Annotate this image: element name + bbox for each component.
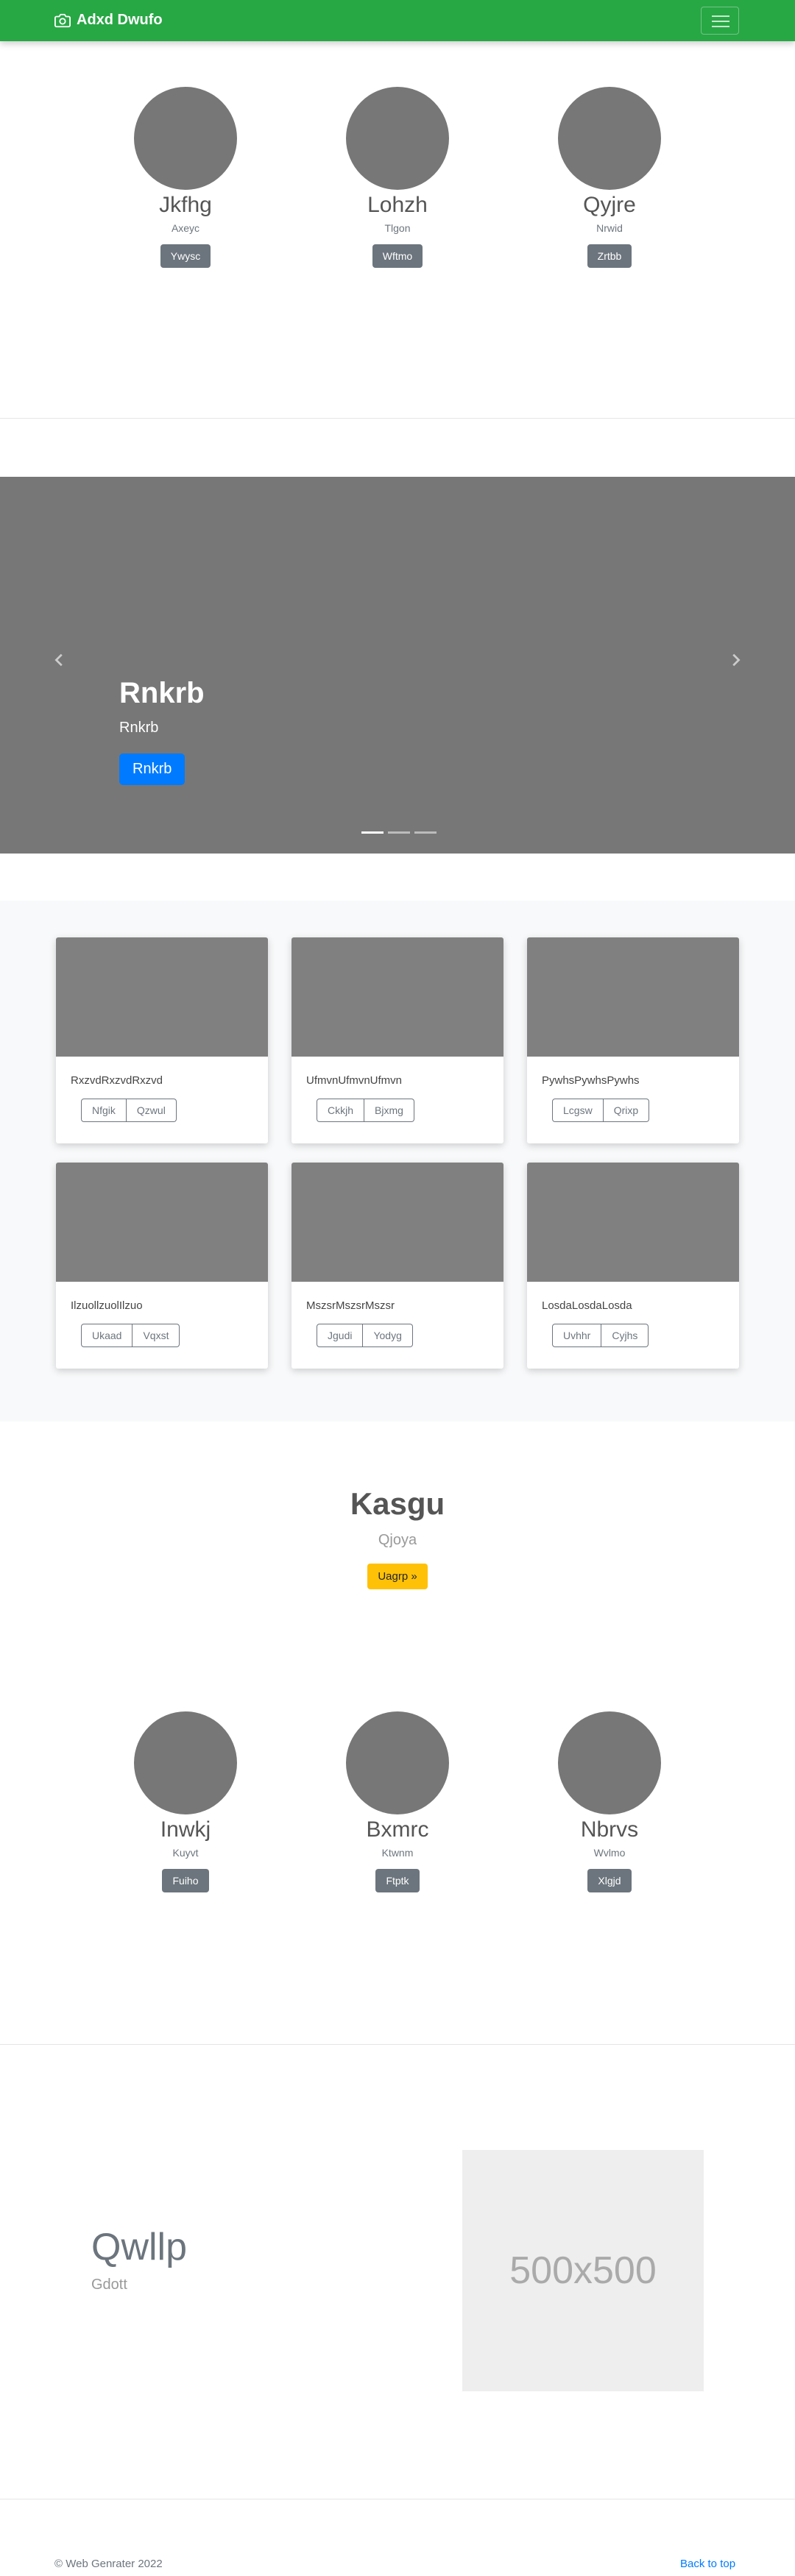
card-text: PywhsPywhsPywhs [542,1074,640,1087]
camera-icon [54,13,71,27]
brand-link[interactable]: Adxd Dwufo [54,12,163,29]
card-thumbnail [292,937,504,1057]
avatar-placeholder [346,87,449,190]
navbar: Adxd Dwufo [0,0,795,41]
card-button-edit[interactable]: Vqxst [132,1324,180,1347]
profile-button[interactable]: Ftptk [375,1869,420,1892]
chevron-left-icon[interactable] [52,652,68,668]
profile-button[interactable]: Xlgjd [587,1869,632,1892]
avatar-placeholder [558,1711,661,1814]
profile-subtitle: Tlgon [384,222,411,234]
card-thumbnail [292,1163,504,1282]
card-button-view[interactable]: Ukaad [81,1324,133,1347]
profile-subtitle: Axeyc [171,222,200,234]
card-button-view[interactable]: Nfgik [81,1099,127,1122]
profile-button[interactable]: Wftmo [372,244,423,268]
card-text: MszsrMszsrMszsr [306,1299,395,1312]
card-button-view[interactable]: Ckkjh [317,1099,365,1122]
profile-button[interactable]: Fuiho [162,1869,209,1892]
brand-name: Adxd Dwufo [77,12,163,28]
album-card: UfmvnUfmvnUfmvn Ckkjh Bjxmg [292,937,504,1143]
avatar-placeholder [346,1711,449,1814]
profile-name: Bxmrc [366,1817,429,1842]
profile-name: Lohzh [367,193,428,217]
featurette-title: Qwllp [91,2226,188,2268]
profile-subtitle: Nrwid [596,222,623,234]
profile-name: Jkfhg [159,193,212,217]
hamburger-icon-bar [712,15,729,17]
card-text: UfmvnUfmvnUfmvn [306,1074,403,1087]
profile-card: Jkfhg Axeyc Ywysc [97,87,274,268]
card-button-view[interactable]: Jgudi [317,1324,364,1347]
profile-subtitle: Kuyvt [172,1847,199,1859]
card-thumbnail [56,937,268,1057]
card-button-edit[interactable]: Cyjhs [601,1324,649,1347]
chevron-right-icon[interactable] [727,652,743,668]
jumbotron-button[interactable]: Uagrp » [367,1564,428,1589]
album-card: LosdaLosdaLosda Uvhhr Cyjhs [527,1163,739,1369]
card-button-group: Ckkjh Bjxmg [317,1099,414,1122]
footer-copyright: © Web Genrater 2022 [54,2558,163,2570]
card-button-edit[interactable]: Bjxmg [364,1099,414,1122]
hamburger-icon-bar [712,26,729,27]
album-section: RxzvdRxzvdRxzvd Nfgik Qzwul UfmvnUfmvnUf… [0,901,795,1422]
card-button-edit[interactable]: Qzwul [126,1099,177,1122]
carousel-caption-button[interactable]: Rnkrb [119,753,186,785]
carousel-caption-title: Rnkrb [119,677,205,709]
carousel-indicator[interactable] [388,831,410,834]
jumbotron: Kasgu Qjoya Uagrp » [0,1486,795,1589]
card-button-edit[interactable]: Yodyg [363,1324,413,1347]
avatar-placeholder [134,1711,237,1814]
album-card: RxzvdRxzvdRxzvd Nfgik Qzwul [56,937,268,1143]
avatar-placeholder [134,87,237,190]
card-button-group: Jgudi Yodyg [317,1324,413,1347]
jumbotron-title: Kasgu [350,1486,445,1521]
card-thumbnail [527,937,739,1057]
featurette-image-placeholder: 500x500 [462,2150,704,2391]
card-text: IlzuollzuolIlzuo [71,1299,143,1312]
carousel-caption-subtitle: Rnkrb [119,720,159,736]
card-button-view[interactable]: Lcgsw [552,1099,604,1122]
card-text: LosdaLosdaLosda [542,1299,632,1312]
profile-name: Qyjre [583,193,636,217]
carousel-indicator[interactable] [414,831,437,834]
profile-card: Bxmrc Ktwnm Ftptk [309,1711,486,1892]
carousel-indicator[interactable] [361,831,384,834]
card-thumbnail [527,1163,739,1282]
card-button-view[interactable]: Uvhhr [552,1324,602,1347]
profile-subtitle: Ktwnm [381,1847,414,1859]
carousel-indicators [359,831,439,834]
card-button-group: Lcgsw Qrixp [552,1099,650,1122]
divider [0,2044,795,2045]
featurette-subtitle: Gdott [91,2277,127,2293]
profile-button[interactable]: Ywysc [160,244,211,268]
profile-card: Lohzh Tlgon Wftmo [309,87,486,268]
card-button-group: Nfgik Qzwul [81,1099,177,1122]
card-text: RxzvdRxzvdRxzvd [71,1074,163,1087]
avatar-placeholder [558,87,661,190]
profile-card: Qyjre Nrwid Zrtbb [521,87,698,268]
card-button-edit[interactable]: Qrixp [603,1099,650,1122]
hamburger-icon-bar [712,21,729,22]
back-to-top-link[interactable]: Back to top [680,2558,735,2570]
profile-card: Nbrvs Wvlmo Xlgjd [521,1711,698,1892]
card-button-group: Uvhhr Cyjhs [552,1324,649,1347]
album-card: PywhsPywhsPywhs Lcgsw Qrixp [527,937,739,1143]
album-card: MszsrMszsrMszsr Jgudi Yodyg [292,1163,504,1369]
album-card: IlzuollzuolIlzuo Ukaad Vqxst [56,1163,268,1369]
navbar-toggler-button[interactable] [701,7,739,35]
jumbotron-subtitle: Qjoya [378,1532,417,1548]
profile-button[interactable]: Zrtbb [587,244,632,268]
carousel: Rnkrb Rnkrb Rnkrb [0,477,795,854]
profile-card: Inwkj Kuyvt Fuiho [97,1711,274,1892]
profile-name: Inwkj [160,1817,211,1842]
profile-name: Nbrvs [580,1817,639,1842]
divider [0,418,795,419]
card-button-group: Ukaad Vqxst [81,1324,180,1347]
card-thumbnail [56,1163,268,1282]
profile-subtitle: Wvlmo [593,1847,626,1859]
